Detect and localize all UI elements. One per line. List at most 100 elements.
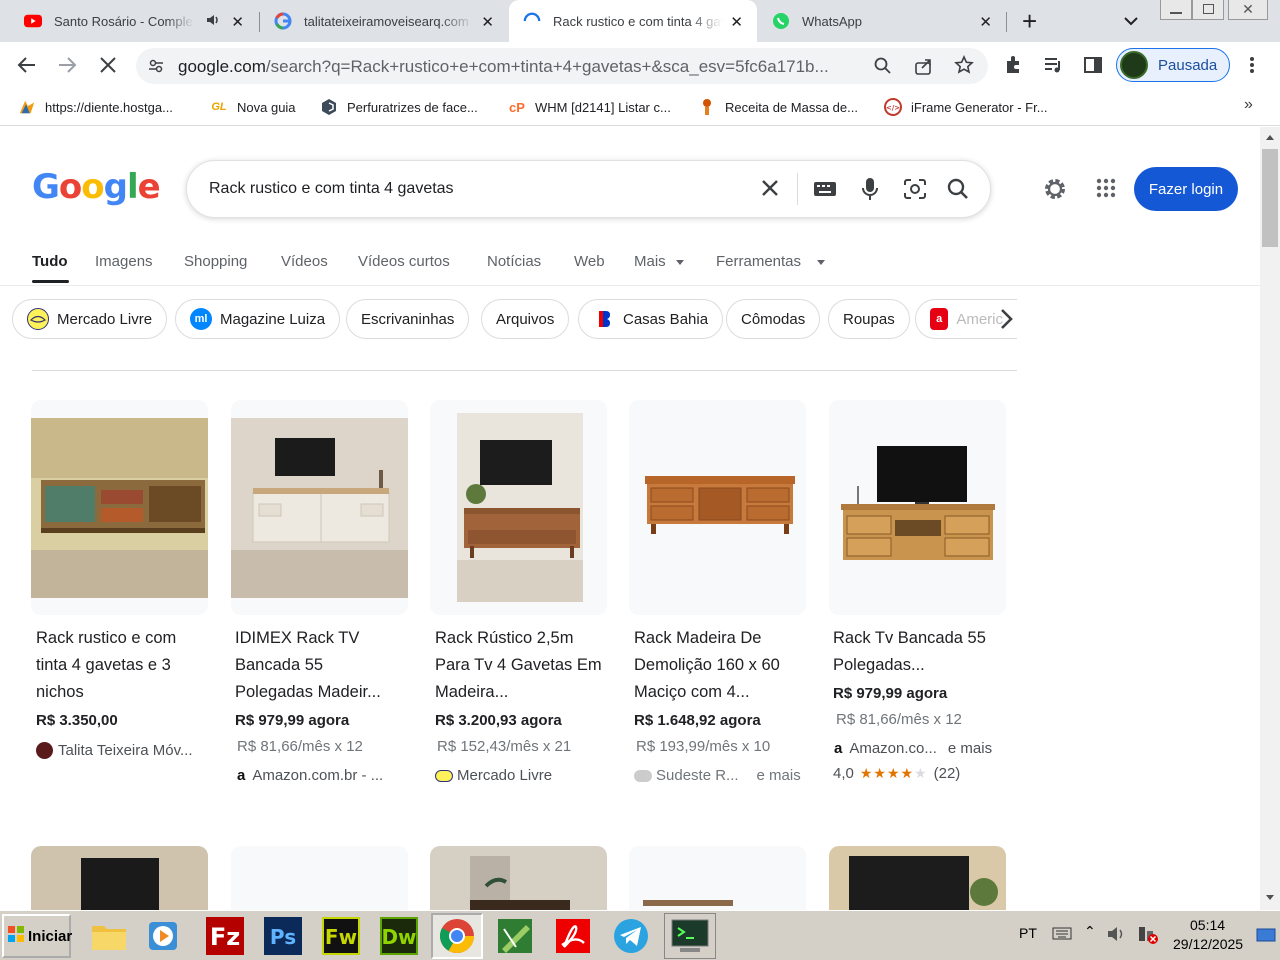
taskbar-terminal[interactable] [664, 913, 716, 959]
taskbar-telegram[interactable] [608, 915, 654, 957]
product-image-10[interactable] [829, 846, 1006, 910]
tab-search-chevron-icon[interactable] [1122, 12, 1140, 35]
media-controls-icon[interactable] [1043, 55, 1063, 80]
product-image-4[interactable] [629, 400, 806, 615]
bookmark-whm[interactable]: cP WHM [d2141] Listar c... [508, 98, 671, 116]
product-image-7[interactable] [231, 846, 408, 910]
taskbar-filezilla[interactable]: Fz [202, 915, 248, 957]
bookmark-receita[interactable]: Receita de Massa de... [698, 98, 858, 116]
product-seller-4[interactable]: Sudeste R... e mais [634, 767, 801, 784]
site-info-icon[interactable] [148, 58, 164, 79]
speaker-icon[interactable] [205, 12, 221, 31]
taskbar-chrome[interactable] [431, 913, 483, 959]
keyboard-tray-icon[interactable] [1052, 925, 1072, 946]
tab-santo-rosario[interactable]: Santo Rosário - Comple ✕ [0, 0, 258, 42]
share-icon[interactable] [914, 57, 934, 80]
product-title-1[interactable]: Rack rustico e com tinta 4 gavetas e 3 n… [36, 625, 206, 707]
tab-imagens[interactable]: Imagens [95, 253, 153, 270]
tab-ferramentas[interactable]: Ferramentas [716, 253, 801, 270]
chip-arquivos[interactable]: Arquivos [481, 299, 570, 339]
google-logo[interactable]: Google [32, 167, 161, 207]
scroll-down-icon[interactable] [1266, 895, 1274, 900]
product-seller-5[interactable]: a Amazon.co... e mais [834, 740, 992, 757]
profile-button[interactable]: Pausada [1116, 48, 1230, 82]
tab-videos-curtos[interactable]: Vídeos curtos [358, 253, 450, 270]
product-image-1[interactable] [31, 400, 208, 615]
bookmark-perfuratrizes[interactable]: Perfuratrizes de face... [320, 98, 478, 116]
product-title-4[interactable]: Rack Madeira De Demolição 160 x 60 Maciç… [634, 625, 804, 707]
google-apps-icon[interactable] [1096, 178, 1116, 203]
vertical-scrollbar[interactable] [1260, 127, 1280, 910]
back-arrow-icon[interactable] [16, 54, 38, 81]
chip-roupas[interactable]: Roupas [828, 299, 910, 339]
taskbar-fireworks[interactable]: Fw [318, 915, 364, 957]
product-seller-1[interactable]: Talita Teixeira Móv... [36, 742, 193, 759]
restore-window-icon[interactable] [1192, 0, 1224, 20]
keyboard-icon[interactable] [813, 180, 837, 203]
tab-shopping[interactable]: Shopping [184, 253, 247, 270]
taskbar-photoshop[interactable]: Ps [260, 915, 306, 957]
clear-search-icon[interactable] [759, 177, 781, 204]
tab-rack-search[interactable]: Rack rustico e com tinta 4 gavetas ✕ [509, 0, 757, 42]
zoom-search-icon[interactable] [874, 57, 892, 80]
language-indicator[interactable]: PT [1019, 925, 1037, 941]
mais-dropdown-icon[interactable] [676, 260, 684, 265]
product-image-8[interactable] [430, 846, 607, 910]
clock-time[interactable]: 05:14 [1190, 917, 1225, 933]
side-panel-icon[interactable] [1083, 55, 1103, 80]
show-desktop-icon[interactable] [1256, 927, 1276, 948]
close-window-icon[interactable]: ✕ [1228, 0, 1268, 20]
bookmark-star-icon[interactable] [954, 55, 974, 80]
forward-arrow-icon[interactable] [56, 54, 78, 81]
taskbar-dreamweaver[interactable]: Dw [376, 915, 422, 957]
search-box[interactable]: Rack rustico e com tinta 4 gavetas [186, 160, 991, 218]
product-image-3[interactable] [430, 400, 607, 615]
more-bookmarks-button[interactable]: » [1244, 96, 1253, 114]
volume-icon[interactable] [1106, 925, 1126, 948]
bookmark-hostgator[interactable]: https://diente.hostga... [18, 98, 173, 116]
chips-next-icon[interactable] [998, 307, 1014, 336]
stop-loading-icon[interactable] [97, 54, 119, 81]
chip-comodas[interactable]: Cômodas [726, 299, 821, 339]
settings-gear-icon[interactable] [1042, 176, 1068, 207]
product-image-2[interactable] [231, 400, 408, 615]
camera-lens-icon[interactable] [903, 178, 927, 205]
chip-magazine-luiza[interactable]: ml Magazine Luiza [175, 299, 341, 339]
product-title-5[interactable]: Rack Tv Bancada 55 Polegadas... [833, 625, 1003, 680]
search-icon[interactable] [947, 178, 969, 205]
close-tab-icon[interactable]: ✕ [481, 13, 494, 31]
url-text[interactable]: google.com/search?q=Rack+rustico+e+com+t… [178, 57, 868, 77]
product-seller-2[interactable]: a Amazon.com.br - ... [237, 767, 383, 784]
login-button[interactable]: Fazer login [1134, 167, 1238, 211]
taskbar-notepad[interactable] [492, 915, 538, 957]
close-tab-icon[interactable]: ✕ [730, 13, 743, 31]
product-title-3[interactable]: Rack Rústico 2,5m Para Tv 4 Gavetas Em M… [435, 625, 605, 707]
tab-tudo[interactable]: Tudo [32, 253, 68, 270]
tab-mais[interactable]: Mais [634, 253, 666, 270]
address-bar[interactable]: google.com/search?q=Rack+rustico+e+com+t… [136, 48, 988, 84]
tray-expand-icon[interactable]: ⌃ [1084, 923, 1096, 940]
clock-date[interactable]: 29/12/2025 [1173, 936, 1243, 952]
product-seller-3[interactable]: Mercado Livre [435, 767, 552, 784]
chip-escrivaninhas[interactable]: Escrivaninhas [346, 299, 470, 339]
tab-talita[interactable]: talitateixeiramoveisearq.com ✕ [260, 0, 508, 42]
taskbar-acrobat[interactable] [550, 915, 596, 957]
product-image-6[interactable] [31, 846, 208, 910]
tab-videos[interactable]: Vídeos [281, 253, 328, 270]
minimize-window-icon[interactable] [1160, 0, 1192, 20]
microphone-icon[interactable] [861, 177, 879, 206]
tab-web[interactable]: Web [574, 253, 605, 270]
taskbar-explorer[interactable] [86, 915, 132, 957]
product-title-2[interactable]: IDIMEX Rack TV Bancada 55 Polegadas Made… [235, 625, 405, 707]
network-error-icon[interactable] [1137, 925, 1159, 950]
chip-casas-bahia[interactable]: Casas Bahia [578, 299, 724, 339]
tab-noticias[interactable]: Notícias [487, 253, 541, 270]
scroll-up-icon[interactable] [1266, 135, 1274, 140]
start-button[interactable]: Iniciar [2, 914, 72, 958]
product-image-5[interactable] [829, 400, 1006, 615]
product-image-9[interactable] [629, 846, 806, 910]
close-tab-icon[interactable]: ✕ [231, 13, 244, 31]
new-tab-icon[interactable]: + [1022, 6, 1037, 37]
bookmark-nova-guia[interactable]: GL Nova guia [210, 98, 295, 116]
ferramentas-dropdown-icon[interactable] [817, 260, 825, 265]
